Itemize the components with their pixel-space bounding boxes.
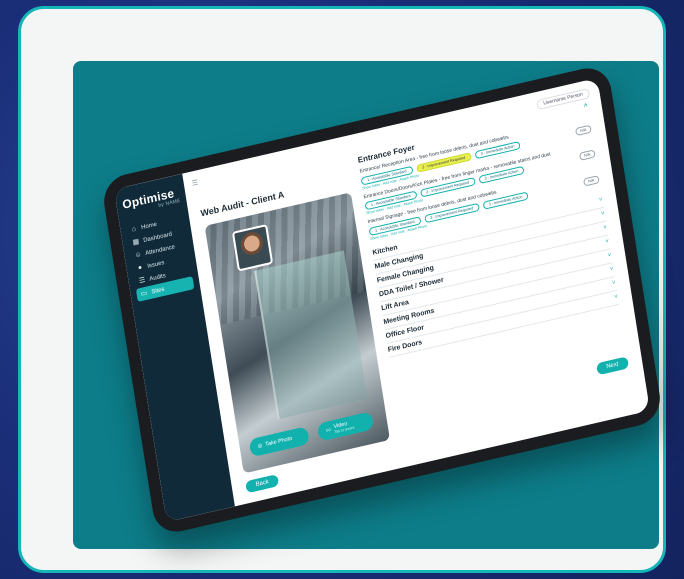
alert-icon: ● — [137, 264, 143, 273]
site-photo: ◎ Take Photo ▭ Video Tap to record — [204, 192, 390, 474]
chevron-down-icon[interactable]: ˅ — [601, 210, 606, 218]
video-label-wrap: Video Tap to record — [333, 420, 354, 434]
take-photo-button[interactable]: ◎ Take Photo — [248, 426, 310, 458]
next-button[interactable]: Next — [595, 356, 630, 376]
sidebar-nav: ⌂ Home ▦ Dashboard ☺ Attendance ● Issues ☰ Audits… — [126, 212, 195, 302]
chevron-down-icon[interactable]: ˅ — [607, 252, 612, 260]
avatar — [231, 223, 274, 272]
chevron-down-icon[interactable]: ˅ — [614, 293, 619, 301]
camera-icon: ◎ — [257, 442, 263, 450]
sidebar-item-label: Sites — [151, 286, 165, 296]
chevron-down-icon[interactable]: ˅ — [605, 238, 610, 246]
sidebar-item-label: Issues — [146, 259, 165, 270]
chevron-down-icon[interactable]: ˅ — [609, 266, 614, 274]
chevron-down-icon[interactable]: ˅ — [612, 280, 617, 288]
dashboard-icon: ▦ — [132, 238, 140, 247]
building-icon: ▭ — [140, 289, 148, 299]
list-icon: ☰ — [138, 276, 146, 286]
back-button[interactable]: Back — [245, 473, 280, 494]
video-icon: ▭ — [325, 426, 332, 434]
sidebar-item-label: Audits — [148, 272, 167, 283]
chevron-down-icon[interactable]: ˅ — [603, 224, 608, 232]
app-logo: Optimise by NAME — [121, 185, 180, 217]
sidebar-item-label: Home — [140, 221, 158, 231]
people-icon: ☺ — [134, 250, 143, 260]
chevron-down-icon[interactable]: ˅ — [599, 196, 604, 204]
home-icon: ⌂ — [131, 225, 137, 234]
chevron-up-icon[interactable]: ˄ — [584, 103, 589, 113]
menu-icon[interactable]: ☰ — [191, 178, 198, 187]
take-photo-label: Take Photo — [264, 435, 293, 448]
video-button[interactable]: ▭ Video Tap to record — [316, 411, 375, 442]
